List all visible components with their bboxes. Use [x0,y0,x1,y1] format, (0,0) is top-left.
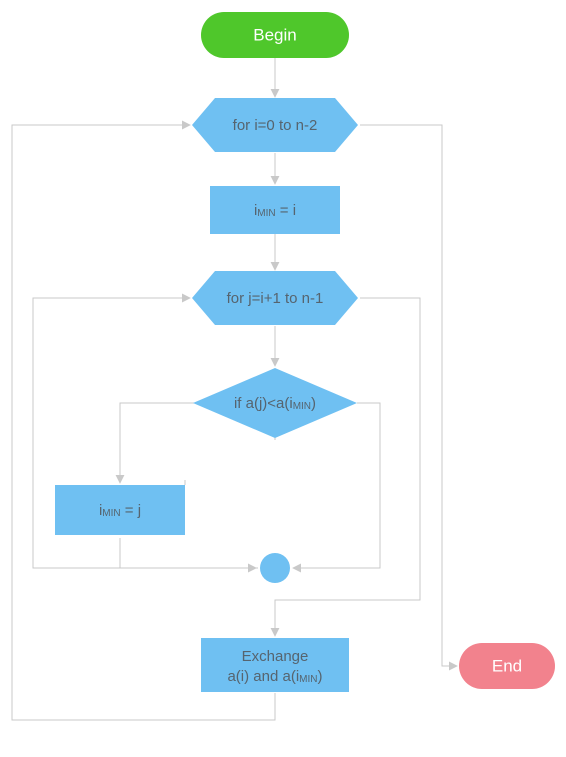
loop-i-node: for i=0 to n-2 [192,98,358,152]
begin-node: Begin [201,12,349,58]
edge-loop-j-exit [275,298,420,636]
set-imin-i-node: iMIN = i [210,186,340,234]
exchange-label-1: Exchange [242,648,309,665]
connector-node [260,553,290,583]
set-imin-j-node: iMIN = j [55,485,185,535]
exchange-node: Exchange a(i) and a(iMIN) [201,638,349,692]
loop-j-label: for j=i+1 to n-1 [227,290,324,307]
edge-decision-false [293,403,380,568]
edge-loop-i-exit [360,125,457,666]
loop-j-node: for j=i+1 to n-1 [192,271,358,325]
loop-i-label: for i=0 to n-2 [233,117,318,134]
begin-label: Begin [253,25,296,44]
edge-imin-j-to-connector [120,538,256,568]
decision-node: if a(j)<a(iMIN) [193,368,357,438]
end-label: End [492,656,522,675]
end-node: End [459,643,555,689]
